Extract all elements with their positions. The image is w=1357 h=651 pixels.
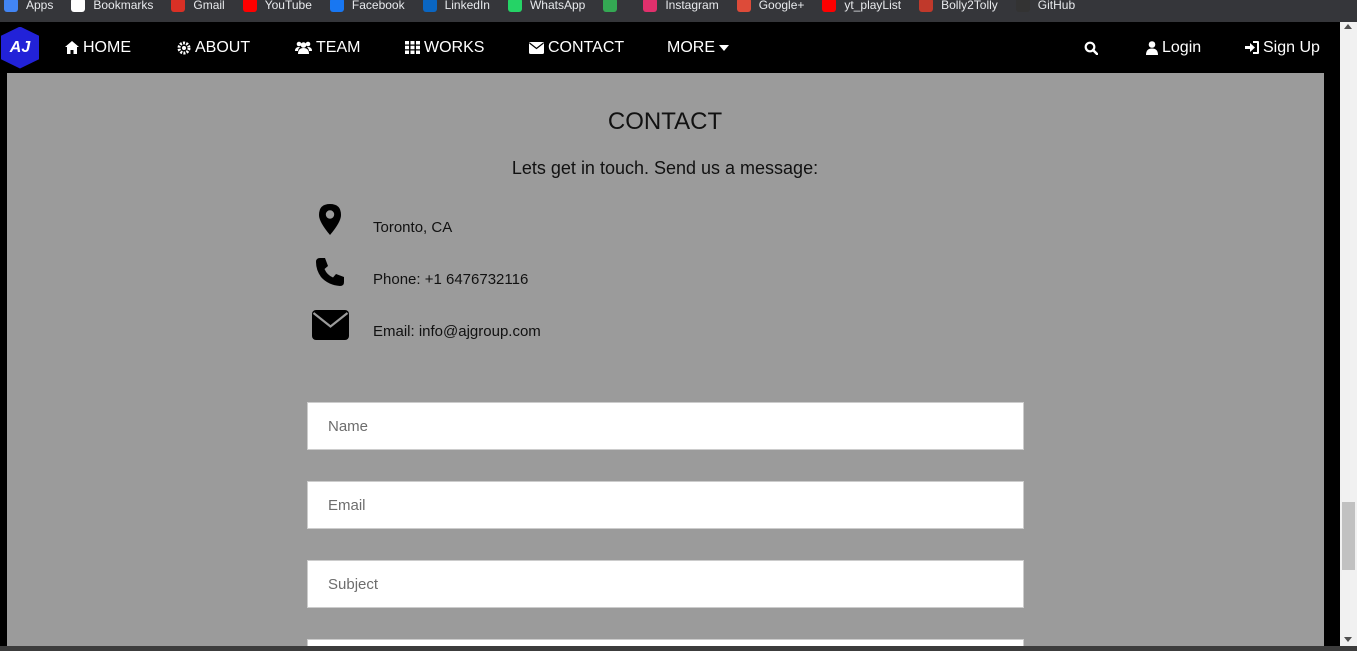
scroll-down-arrow-icon[interactable] (1344, 637, 1352, 642)
nav-home-label: HOME (83, 38, 131, 56)
search-icon (1084, 41, 1098, 55)
nav-more[interactable]: MORE (667, 22, 733, 73)
bookmark-label: Instagram (665, 0, 719, 12)
subject-input[interactable] (308, 561, 1023, 607)
nav-works[interactable]: WORKS (405, 22, 484, 73)
whatsapp-icon (507, 0, 522, 12)
scrollbar-thumb[interactable] (1342, 502, 1355, 570)
section-title: CONTACT (607, 108, 723, 135)
map-marker-icon (319, 204, 341, 235)
login-link[interactable]: Login (1146, 22, 1201, 73)
apps-grid-icon (4, 0, 18, 12)
bottom-edge (0, 646, 1357, 651)
users-icon (295, 41, 312, 54)
scroll-up-arrow-icon[interactable] (1344, 24, 1352, 29)
bolt-icon (603, 0, 618, 12)
caret-down-icon (719, 44, 729, 51)
search-button[interactable] (1084, 22, 1102, 73)
bookmark-label: YouTube (264, 0, 312, 12)
email-row: Email: info@ajgroup.com (307, 309, 541, 340)
nav-about[interactable]: ABOUT (177, 22, 250, 73)
nav-contact[interactable]: CONTACT (529, 22, 624, 73)
user-icon (1146, 40, 1158, 55)
facebook-icon (329, 0, 344, 12)
login-label: Login (1162, 38, 1202, 56)
message-field[interactable] (307, 639, 1024, 646)
navbar: AJ HOME ABOUT TEAM WORKS CONTACT MORE Lo… (0, 22, 1340, 73)
instagram-icon (643, 0, 658, 12)
bookmark-label: Google+ (758, 0, 805, 12)
name-input[interactable] (308, 403, 1023, 449)
bookmark-yt-playlist[interactable]: yt_playList (822, 0, 901, 16)
star-icon (71, 0, 86, 12)
bookmark-bolly2tolly[interactable]: Bolly2Tolly (919, 0, 998, 16)
bolly-icon (919, 0, 934, 12)
bookmark-youtube[interactable]: YouTube (242, 0, 312, 16)
envelope-icon (311, 309, 349, 340)
site-logo[interactable]: AJ (0, 22, 40, 73)
nav-about-label: ABOUT (195, 38, 251, 56)
bookmark-label: Gmail (193, 0, 225, 12)
bookmark-label: LinkedIn (444, 0, 490, 12)
bookmark-bookmarks[interactable]: Bookmarks (71, 0, 153, 16)
bookmark-label: Bookmarks (93, 0, 154, 12)
nav-team-label: TEAM (316, 38, 361, 56)
bookmark-label: Apps (26, 0, 54, 12)
youtube-icon (822, 0, 837, 12)
bookmark-google-[interactable]: Google+ (736, 0, 805, 16)
bookmark-label: Bolly2Tolly (941, 0, 998, 12)
bookmark-apps[interactable]: Apps (4, 0, 53, 16)
nav-home[interactable]: HOME (65, 22, 131, 73)
bookmark-facebook[interactable]: Facebook (329, 0, 405, 16)
signup-label: Sign Up (1263, 38, 1320, 56)
bookmark-label: GitHub (1037, 0, 1076, 12)
nav-more-label: MORE (667, 38, 715, 56)
email-text: Email: info@ajgroup.com (373, 323, 541, 340)
nav-contact-label: CONTACT (548, 38, 625, 56)
bookmark-label: Facebook (351, 0, 405, 12)
phone-icon (316, 257, 344, 286)
linkedin-icon (422, 0, 437, 12)
phone-text: Phone: +1 6476732116 (373, 271, 529, 288)
gear-icon (177, 41, 191, 54)
location-row: Toronto, CA (307, 203, 452, 236)
nav-works-label: WORKS (424, 38, 485, 56)
nav-team[interactable]: TEAM (295, 22, 360, 73)
logo-badge: AJ (1, 26, 39, 69)
github-icon (1015, 0, 1030, 12)
section-subtitle: Lets get in touch. Send us a message: (511, 158, 819, 178)
bookmark-item-7[interactable] (603, 0, 625, 16)
bookmark-linkedin[interactable]: LinkedIn (422, 0, 490, 16)
location-text: Toronto, CA (373, 219, 453, 236)
page-scrollbar[interactable] (1340, 22, 1357, 646)
name-field (307, 402, 1024, 450)
phone-row: Phone: +1 6476732116 (307, 255, 528, 288)
bookmarks-bar: Apps Bookmarks Gmail YouTube Facebook LinkedI… (0, 0, 1357, 22)
google-plus-icon (736, 0, 751, 12)
bookmark-gmail[interactable]: Gmail (171, 0, 225, 16)
grid-icon (405, 41, 420, 54)
signup-link[interactable]: Sign Up (1245, 22, 1320, 73)
home-icon (65, 41, 79, 54)
subject-field (307, 560, 1024, 608)
sign-in-icon (1245, 41, 1259, 54)
bookmark-label: WhatsApp (529, 0, 586, 12)
envelope-icon (529, 41, 544, 54)
gmail-icon (171, 0, 186, 12)
bookmark-whatsapp[interactable]: WhatsApp (507, 0, 586, 16)
bookmark-label: yt_playList (844, 0, 902, 12)
bookmark-instagram[interactable]: Instagram (643, 0, 719, 16)
email-input[interactable] (308, 482, 1023, 528)
youtube-icon (242, 0, 257, 12)
bookmark-github[interactable]: GitHub (1015, 0, 1076, 16)
email-field (307, 481, 1024, 529)
